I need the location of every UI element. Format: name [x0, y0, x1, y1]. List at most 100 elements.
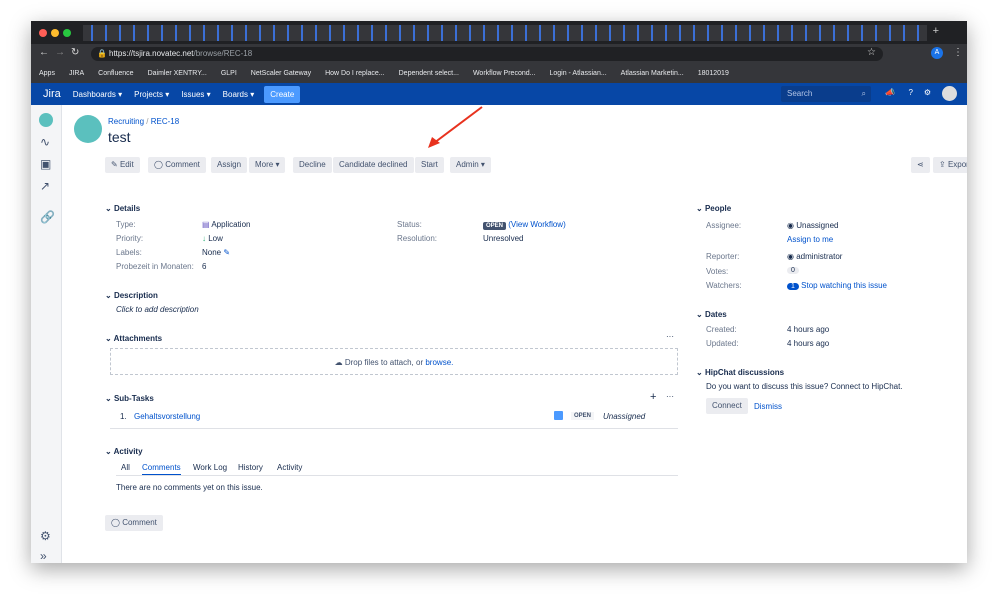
- export-button[interactable]: ⇪ Export ▾: [933, 157, 967, 173]
- connect-button[interactable]: Connect: [706, 398, 748, 414]
- nav-issues[interactable]: Issues ▾: [181, 90, 210, 99]
- edit-button[interactable]: ✎ Edit: [105, 157, 140, 173]
- bookmark[interactable]: JIRA: [69, 70, 84, 77]
- notifications-icon[interactable]: 📣: [885, 88, 895, 97]
- edit-pencil-icon: ✎: [223, 248, 231, 257]
- more-button[interactable]: More ▾: [249, 157, 286, 173]
- nav-boards[interactable]: Boards ▾: [223, 90, 255, 99]
- settings-icon[interactable]: ⚙: [924, 88, 931, 97]
- minimize-window-button[interactable]: [51, 29, 59, 37]
- settings-icon[interactable]: ⚙: [40, 529, 51, 543]
- updated-value: 4 hours ago: [787, 339, 830, 348]
- bookmark-star-icon[interactable]: ☆: [867, 47, 876, 58]
- subtask-assignee: Unassigned: [603, 412, 646, 421]
- subtask-link[interactable]: Gehaltsvorstellung: [134, 412, 200, 421]
- bookmark[interactable]: Apps: [39, 70, 55, 77]
- tab-activity[interactable]: Activity: [277, 463, 302, 472]
- subtasks-heading[interactable]: ⌄ Sub-Tasks: [105, 394, 154, 403]
- address-bar-row: ← → ↻ 🔒 https://tsjira.novatec.net/browse…: [31, 44, 967, 64]
- bookmark[interactable]: GLPI: [221, 70, 237, 77]
- description-heading[interactable]: ⌄ Description: [105, 291, 158, 300]
- bookmark[interactable]: Atlassian Marketin...: [621, 70, 684, 77]
- tab-history[interactable]: History: [238, 463, 263, 472]
- forward-icon[interactable]: →: [55, 47, 65, 58]
- assign-button[interactable]: Assign: [211, 157, 248, 173]
- application-icon: ▤: [202, 220, 210, 229]
- status-label: Status:: [397, 220, 422, 229]
- subtask-type-icon: [554, 411, 563, 420]
- reports-icon[interactable]: ↗: [40, 179, 50, 193]
- user-avatar[interactable]: [942, 86, 957, 101]
- search-input[interactable]: Search ⌕: [781, 86, 871, 102]
- add-subtask-icon[interactable]: +: [650, 391, 656, 403]
- reload-icon[interactable]: ↻: [71, 47, 79, 58]
- bookmark[interactable]: Daimler XENTRY...: [148, 70, 207, 77]
- probezeit-value[interactable]: 6: [202, 262, 206, 271]
- subtasks-more-icon[interactable]: ···: [666, 392, 674, 401]
- bookmark[interactable]: How Do I replace...: [325, 70, 385, 77]
- decline-button[interactable]: Decline: [293, 157, 332, 173]
- stop-watching-link[interactable]: Stop watching this issue: [801, 281, 887, 290]
- assignee-value[interactable]: ◉ Unassigned: [787, 221, 838, 230]
- menu-icon[interactable]: ⋮: [953, 47, 963, 58]
- activity-heading[interactable]: ⌄ Activity: [105, 447, 143, 456]
- people-heading[interactable]: ⌄ People: [696, 204, 731, 213]
- votes-count[interactable]: 0: [787, 267, 799, 274]
- board-icon[interactable]: ▣: [40, 157, 51, 171]
- bookmark[interactable]: Confluence: [98, 70, 133, 77]
- project-avatar[interactable]: [39, 113, 53, 127]
- assign-to-me-link[interactable]: Assign to me: [787, 235, 833, 244]
- dismiss-link[interactable]: Dismiss: [754, 402, 782, 411]
- type-label: Type:: [116, 220, 136, 229]
- type-value: ▤ Application: [202, 220, 251, 229]
- labels-value[interactable]: None ✎: [202, 248, 230, 257]
- bookmark[interactable]: NetScaler Gateway: [251, 70, 311, 77]
- browse-link[interactable]: browse.: [425, 358, 453, 367]
- close-window-button[interactable]: [39, 29, 47, 37]
- issue-view: Recruiting / REC-18 test ✎ Edit ◯ Commen…: [62, 105, 967, 563]
- bookmark[interactable]: Workflow Precond...: [473, 70, 536, 77]
- attachments-heading[interactable]: ⌄ Attachments: [105, 334, 162, 343]
- breadcrumb-project[interactable]: Recruiting: [108, 117, 144, 126]
- priority-value[interactable]: ↓ Low: [202, 234, 223, 243]
- maximize-window-button[interactable]: [63, 29, 71, 37]
- browser-tabs[interactable]: [83, 25, 927, 41]
- share-button[interactable]: ⋖: [911, 157, 930, 173]
- issue-title[interactable]: test: [108, 129, 131, 145]
- details-heading[interactable]: ⌄ Details: [105, 204, 140, 213]
- dates-heading[interactable]: ⌄ Dates: [696, 310, 727, 319]
- watchers-count[interactable]: 1: [787, 283, 799, 290]
- create-button[interactable]: Create: [264, 85, 301, 103]
- bookmark[interactable]: Login - Atlassian...: [549, 70, 606, 77]
- profile-avatar[interactable]: A: [931, 47, 943, 59]
- link-icon[interactable]: 🔗: [40, 210, 55, 224]
- candidate-declined-button[interactable]: Candidate declined: [333, 157, 414, 173]
- help-icon[interactable]: ?: [909, 88, 913, 97]
- activity-icon[interactable]: ∿: [40, 135, 50, 149]
- unassigned-avatar: ◉: [787, 221, 794, 230]
- attachments-more-icon[interactable]: ···: [666, 332, 674, 341]
- bookmark[interactable]: Dependent select...: [399, 70, 459, 77]
- reporter-value[interactable]: ◉ administrator: [787, 252, 842, 261]
- url-input[interactable]: 🔒 https://tsjira.novatec.net/browse/REC-1…: [91, 47, 883, 61]
- new-tab-button[interactable]: +: [933, 25, 939, 37]
- hipchat-heading[interactable]: ⌄ HipChat discussions: [696, 368, 784, 377]
- start-button[interactable]: Start: [415, 157, 444, 173]
- admin-button[interactable]: Admin ▾: [450, 157, 491, 173]
- jira-logo[interactable]: Jira: [43, 88, 61, 100]
- nav-projects[interactable]: Projects ▾: [134, 90, 169, 99]
- nav-dashboards[interactable]: Dashboards ▾: [73, 90, 122, 99]
- description-field[interactable]: Click to add description: [116, 305, 199, 314]
- add-comment-button[interactable]: ◯ Comment: [105, 515, 163, 531]
- breadcrumb-issue-key[interactable]: REC-18: [151, 117, 179, 126]
- tab-all[interactable]: All: [121, 463, 130, 472]
- view-workflow-link[interactable]: (View Workflow): [508, 220, 566, 229]
- tab-work-log[interactable]: Work Log: [193, 463, 227, 472]
- browser-window: + ← → ↻ 🔒 https://tsjira.novatec.net/brow…: [31, 21, 967, 563]
- bookmark[interactable]: 18012019: [698, 70, 729, 77]
- attachment-dropzone[interactable]: ☁ Drop files to attach, or browse.: [110, 348, 678, 375]
- back-icon[interactable]: ←: [39, 47, 49, 58]
- comment-button[interactable]: ◯ Comment: [148, 157, 206, 173]
- resolution-value: Unresolved: [483, 234, 524, 243]
- expand-sidebar-icon[interactable]: »: [40, 549, 47, 563]
